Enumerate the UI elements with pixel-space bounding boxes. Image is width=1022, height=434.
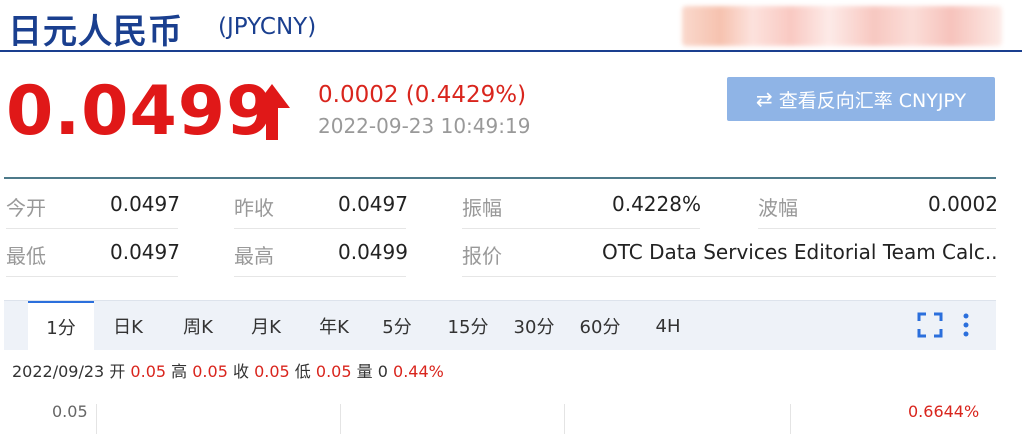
ohlc-open-label: 开 <box>109 362 126 381</box>
row-divider <box>6 276 178 277</box>
tab-5min[interactable]: 5分 <box>372 301 422 351</box>
ohlc-close-value: 0.05 <box>254 362 290 381</box>
stat-open-value: 0.0497 <box>110 192 180 216</box>
ohlc-open-value: 0.05 <box>130 362 167 381</box>
stat-high-label: 最高 <box>234 244 274 268</box>
tab-yearly-k[interactable]: 年K <box>306 301 362 351</box>
ohlc-high-value: 0.05 <box>192 362 228 381</box>
section-divider <box>4 177 996 179</box>
ohlc-volume-label: 量 <box>356 362 373 381</box>
chart-toolbar: 1分 日K 周K 月K 年K 5分 15分 30分 60分 4H <box>4 300 996 351</box>
row-divider <box>234 228 406 229</box>
tab-daily-k[interactable]: 日K <box>100 301 156 351</box>
stat-high-value: 0.0499 <box>338 240 408 264</box>
stat-range-label: 波幅 <box>758 196 798 220</box>
currency-code: (JPYCNY) <box>218 14 317 40</box>
ohlc-summary: 2022/09/23 开 0.05 高 0.05 收 0.05 低 0.05 量… <box>12 358 444 382</box>
row-divider <box>462 228 700 229</box>
stat-quote-source-value: OTC Data Services Editorial Team Calc... <box>602 240 996 264</box>
tab-4h[interactable]: 4H <box>640 301 696 351</box>
current-price: 0.0499 <box>6 72 275 151</box>
row-divider <box>758 228 996 229</box>
tab-1min[interactable]: 1分 <box>28 301 94 351</box>
stat-prev-close-value: 0.0497 <box>338 192 408 216</box>
chart-gridline <box>790 404 791 434</box>
tab-30min[interactable]: 30分 <box>506 301 562 351</box>
stat-amplitude-label: 振幅 <box>462 196 502 220</box>
stat-low-value: 0.0497 <box>110 240 180 264</box>
tab-weekly-k[interactable]: 周K <box>170 301 226 351</box>
fullscreen-icon[interactable] <box>916 311 944 339</box>
ohlc-low-label: 低 <box>294 362 311 381</box>
swap-icon: ⇄ <box>755 87 773 111</box>
reverse-rate-button[interactable]: ⇄ 查看反向汇率 CNYJPY <box>727 77 995 121</box>
price-chart[interactable] <box>4 396 996 434</box>
ohlc-low-value: 0.05 <box>315 362 352 381</box>
chart-gridline <box>340 404 341 434</box>
chart-pct-axis-label: 0.6644% <box>908 402 980 421</box>
stat-range-value: 0.0002 <box>928 192 998 216</box>
stat-open-label: 今开 <box>6 196 46 220</box>
tab-monthly-k[interactable]: 月K <box>238 301 294 351</box>
ohlc-date: 2022/09/23 <box>12 362 105 381</box>
ohlc-change-pct: 0.44% <box>393 362 444 381</box>
reverse-rate-label: 查看反向汇率 CNYJPY <box>778 89 967 112</box>
ohlc-close-label: 收 <box>232 362 249 381</box>
blurred-banner <box>682 6 1002 46</box>
price-change: 0.0002 (0.4429%) <box>318 82 527 108</box>
row-divider <box>234 276 406 277</box>
stat-prev-close-label: 昨收 <box>234 196 274 220</box>
page-title: 日元人民币 <box>8 12 183 52</box>
ohlc-high-label: 高 <box>171 362 188 381</box>
stat-amplitude-value: 0.4228% <box>612 192 701 216</box>
tab-60min[interactable]: 60分 <box>572 301 628 351</box>
up-arrow-icon <box>254 84 290 140</box>
ohlc-volume-value: 0 <box>377 362 388 381</box>
page-header: 日元人民币 (JPYCNY) <box>0 0 1022 56</box>
header-divider <box>0 50 1022 52</box>
chart-y-axis-label: 0.05 <box>52 402 88 421</box>
more-vertical-icon[interactable] <box>958 311 974 339</box>
tab-15min[interactable]: 15分 <box>440 301 496 351</box>
chart-gridline <box>564 404 565 434</box>
quote-timestamp: 2022-09-23 10:49:19 <box>318 114 531 138</box>
row-divider <box>462 276 996 277</box>
chart-gridline <box>96 404 97 434</box>
stat-low-label: 最低 <box>6 244 46 268</box>
row-divider <box>6 228 178 229</box>
stat-quote-source-label: 报价 <box>462 244 502 268</box>
